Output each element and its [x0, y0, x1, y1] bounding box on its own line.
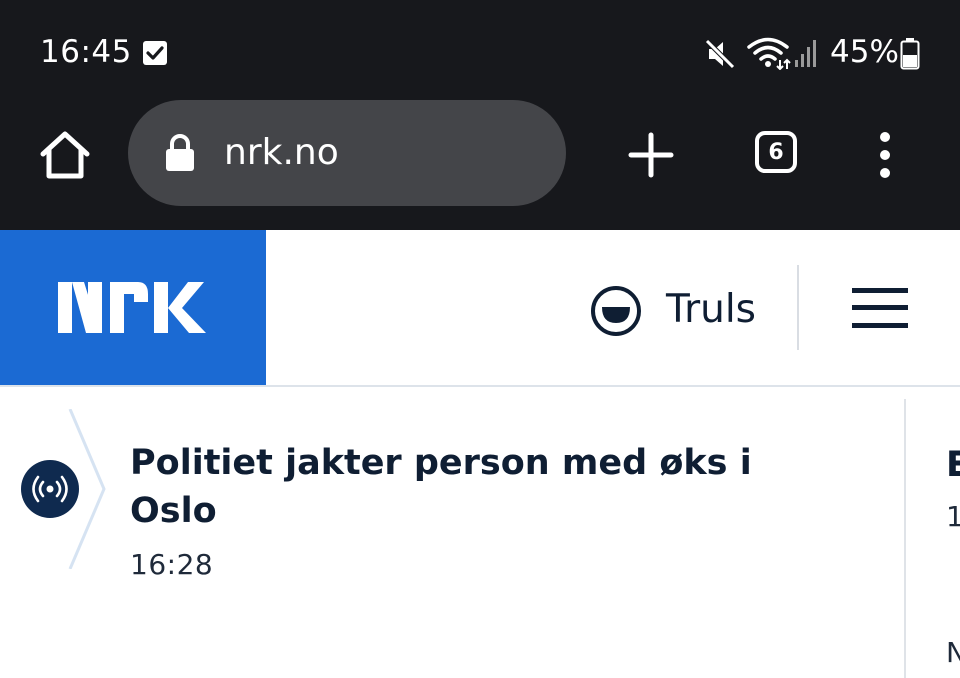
- tab-switcher-button[interactable]: 6: [755, 131, 797, 173]
- tab-count: 6: [768, 139, 784, 165]
- lock-icon: [166, 134, 194, 171]
- article-headline[interactable]: Politiet jakter person med øks i Oslo: [130, 439, 770, 535]
- header-divider: [797, 265, 799, 350]
- battery-percent: 45%: [830, 34, 899, 70]
- column-divider: [904, 399, 906, 678]
- home-icon[interactable]: [38, 130, 92, 180]
- mute-icon: [705, 39, 735, 69]
- next-article-headline[interactable]: E: [946, 445, 960, 485]
- article-time: 16:28: [130, 548, 214, 581]
- article-feed: Politiet jakter person med øks i Oslo 16…: [0, 387, 960, 678]
- address-bar[interactable]: nrk.no: [128, 100, 566, 206]
- next-article-time: 1: [946, 500, 960, 533]
- url-text[interactable]: nrk.no: [224, 130, 339, 176]
- site-header: Truls: [0, 230, 960, 387]
- wifi-icon: [747, 37, 791, 70]
- browser-toolbar: nrk.no 6: [0, 100, 960, 230]
- checkbox-notification-icon: [143, 41, 167, 65]
- status-time: 16:45: [40, 34, 132, 70]
- nrk-logo[interactable]: [0, 230, 266, 385]
- menu-icon[interactable]: [868, 130, 902, 180]
- live-broadcast-icon: [21, 460, 79, 518]
- user-name[interactable]: Truls: [666, 285, 756, 335]
- signal-icon: [795, 40, 816, 67]
- new-tab-icon[interactable]: [626, 130, 676, 180]
- status-bar: 16:45 45%: [0, 0, 960, 100]
- next-article-text: N: [946, 636, 960, 669]
- battery-icon: [900, 38, 920, 70]
- hamburger-menu-icon[interactable]: [852, 284, 908, 332]
- nrk-logo-mark: [58, 282, 206, 333]
- user-face-icon[interactable]: [590, 285, 642, 337]
